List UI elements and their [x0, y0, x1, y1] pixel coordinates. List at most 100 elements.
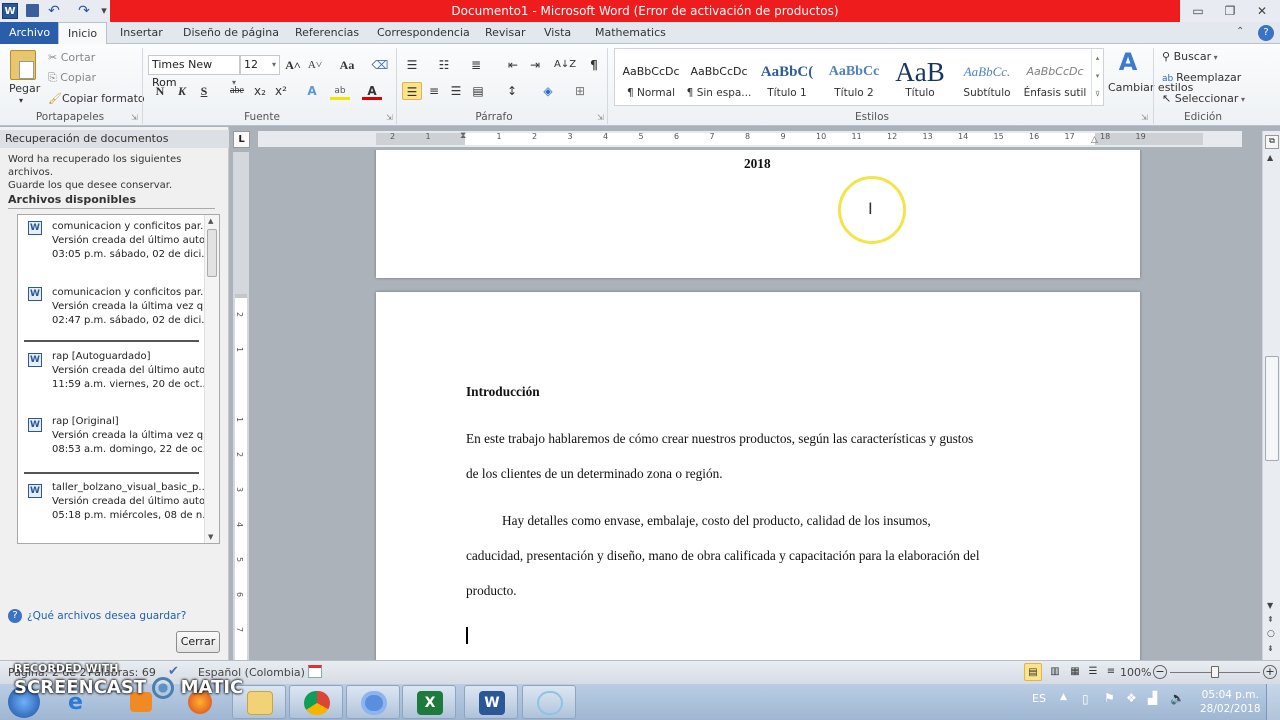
clipboard-launcher-icon[interactable]: ⇲	[131, 113, 138, 122]
shrink-font-icon[interactable]: A˅	[305, 56, 325, 74]
line-spacing-icon[interactable]: ↕	[502, 82, 522, 100]
cut-button[interactable]: ✂ Cortar	[48, 51, 95, 64]
minimize-button[interactable]: ▭	[1184, 2, 1212, 20]
style-subtitle[interactable]: AaBbCc. Subtítulo	[953, 57, 1021, 107]
borders-icon[interactable]: ⊞	[570, 82, 590, 100]
change-styles-icon[interactable]: A	[1112, 48, 1144, 76]
tab-inicio[interactable]: Inicio	[58, 22, 108, 45]
style-heading-1[interactable]: AaBbC( Título 1	[753, 57, 821, 107]
tab-mathematics[interactable]: Mathematics	[586, 22, 675, 44]
next-page-icon[interactable]: ⇟	[1267, 644, 1274, 653]
taskbar-word[interactable]: W	[464, 685, 518, 719]
superscript-icon[interactable]: x²	[271, 82, 291, 100]
change-case-icon[interactable]: Aa	[334, 56, 360, 74]
vertical-ruler[interactable]: 2 1 1 2 3 4 5 6 7	[233, 152, 249, 660]
clear-format-icon[interactable]: ⌫	[370, 56, 390, 74]
style-normal[interactable]: AaBbCcDc ¶ Normal	[617, 57, 685, 107]
taskbar-screencast[interactable]	[522, 685, 576, 719]
list-item[interactable]: W comunicacion y conficitos par... Versi…	[18, 284, 213, 346]
underline-icon[interactable]: S	[194, 82, 214, 100]
change-styles-button[interactable]: Cambiar estilos	[1108, 82, 1193, 94]
word-app-icon[interactable]: W	[2, 3, 18, 19]
tab-insertar[interactable]: Insertar	[111, 22, 172, 44]
font-name-combo[interactable]: Times New Rom ▾	[148, 55, 240, 89]
list-item[interactable]: W rap [Autoguardado] Versión creada del …	[18, 350, 214, 412]
save-icon[interactable]	[26, 4, 39, 17]
replace-button[interactable]: ab Reemplazar	[1162, 71, 1241, 84]
highlight-icon[interactable]: ab	[330, 82, 350, 100]
file-list-scrollbar[interactable]: ▲ ▼	[204, 215, 219, 543]
tab-archivo[interactable]: Archivo	[0, 22, 60, 44]
paste-dropdown-icon[interactable]: ▾	[19, 96, 23, 105]
subscript-icon[interactable]: x₂	[250, 82, 270, 100]
grow-font-icon[interactable]: A˄	[283, 56, 303, 74]
strikethrough-icon[interactable]: abe	[226, 82, 248, 100]
help-icon[interactable]: ?	[1258, 25, 1274, 41]
style-no-spacing[interactable]: AaBbCcDc ¶ Sin espa...	[685, 57, 753, 107]
outline-icon[interactable]: ☰	[1084, 663, 1102, 681]
numbering-icon[interactable]: ☷	[434, 56, 454, 74]
justify-icon[interactable]: ▤	[468, 82, 488, 100]
close-window-button[interactable]: ✕	[1248, 2, 1276, 20]
scroll-up-icon[interactable]: ▲	[1267, 153, 1273, 162]
zoom-level[interactable]: 100%	[1120, 666, 1151, 679]
tab-selector[interactable]: L	[233, 131, 250, 148]
scroll-down-icon[interactable]: ▼	[1267, 601, 1273, 610]
redo-icon[interactable]: ↷	[76, 3, 92, 19]
volume-icon[interactable]: 🔈	[1170, 691, 1185, 705]
style-heading-2[interactable]: AaBbCc Título 2	[821, 57, 887, 107]
list-item[interactable]: W rap [Original] Versión creada la últim…	[18, 415, 213, 477]
bold-icon[interactable]: N	[150, 82, 170, 100]
restore-button[interactable]: ❐	[1216, 2, 1244, 20]
list-item[interactable]: W taller_bolzano_visual_basic_p... Versi…	[18, 481, 214, 543]
horizontal-ruler[interactable]: 2 1 1 2 3 4 5 6 7 8 9 10 11 12 13 14 15 16 17 18 19 ⧗ △	[258, 131, 1242, 147]
print-layout-icon[interactable]: ▤	[1024, 663, 1042, 681]
text-effects-icon[interactable]: A	[302, 82, 322, 100]
multilevel-list-icon[interactable]: ≣	[466, 56, 486, 74]
bullets-icon[interactable]: ☰	[402, 56, 422, 74]
view-ruler-icon[interactable]: ⧉	[1265, 135, 1279, 149]
minimize-ribbon-icon[interactable]: ⌃	[1236, 26, 1244, 37]
draft-icon[interactable]: ≡	[1102, 663, 1120, 681]
right-indent-marker[interactable]: △	[1091, 135, 1098, 145]
document-area[interactable]: 2018 Introducción En este trabajo hablar…	[258, 150, 1262, 660]
sort-icon[interactable]: A↓Z	[554, 56, 576, 74]
format-painter-button[interactable]: 🖌Copiar formato	[48, 92, 145, 105]
full-reading-icon[interactable]: ▥	[1046, 663, 1064, 681]
web-layout-icon[interactable]: ▦	[1066, 663, 1084, 681]
undo-icon[interactable]: ↶	[46, 3, 62, 19]
paste-button[interactable]: Pegar	[9, 82, 40, 95]
taskbar-excel[interactable]: X	[402, 685, 456, 719]
tab-diseno-pagina[interactable]: Diseño de página	[174, 22, 288, 44]
paragraph-launcher-icon[interactable]: ⇲	[597, 113, 604, 122]
show-marks-icon[interactable]: ¶	[584, 56, 604, 74]
dropbox-icon[interactable]: ❖	[1126, 691, 1137, 705]
tab-vista[interactable]: Vista	[535, 22, 580, 44]
tab-revisar[interactable]: Revisar	[476, 22, 534, 44]
shading-icon[interactable]: ◈	[538, 82, 558, 100]
align-center-icon[interactable]: ≡	[424, 82, 444, 100]
styles-launcher-icon[interactable]: ⇲	[1141, 113, 1148, 122]
indent-marker[interactable]: ⧗	[460, 131, 466, 141]
italic-icon[interactable]: K	[172, 82, 192, 100]
clock[interactable]: 05:04 p.m. 28/02/2018	[1200, 688, 1261, 716]
font-size-combo[interactable]: 12 ▾	[240, 55, 280, 75]
scroll-thumb[interactable]	[1265, 356, 1279, 461]
paste-icon[interactable]	[10, 50, 36, 80]
zoom-out-icon[interactable]: −	[1153, 665, 1167, 679]
browse-object-icon[interactable]: ○	[1267, 629, 1275, 639]
align-right-icon[interactable]: ☰	[446, 82, 466, 100]
style-subtle-emphasis[interactable]: AaBbCcDc Énfasis sutil	[1021, 57, 1089, 107]
network-signal-icon[interactable]: ▟	[1148, 691, 1157, 705]
input-language[interactable]: ES	[1032, 692, 1046, 705]
taskbar-chromium[interactable]	[346, 685, 400, 719]
font-color-icon[interactable]: A	[362, 82, 382, 100]
action-center-flag-icon[interactable]: ⚑	[1104, 691, 1115, 705]
increase-indent-icon[interactable]: ⇥	[525, 56, 545, 74]
align-left-icon[interactable]: ☰	[402, 82, 422, 100]
select-button[interactable]: ↖ Seleccionar ▾	[1162, 92, 1245, 105]
tab-referencias[interactable]: Referencias	[286, 22, 368, 44]
show-hidden-icons[interactable]: ▲	[1060, 692, 1067, 702]
show-desktop-button[interactable]	[1266, 684, 1280, 720]
which-files-link[interactable]: ? ¿Qué archivos desea guardar?	[8, 609, 186, 623]
